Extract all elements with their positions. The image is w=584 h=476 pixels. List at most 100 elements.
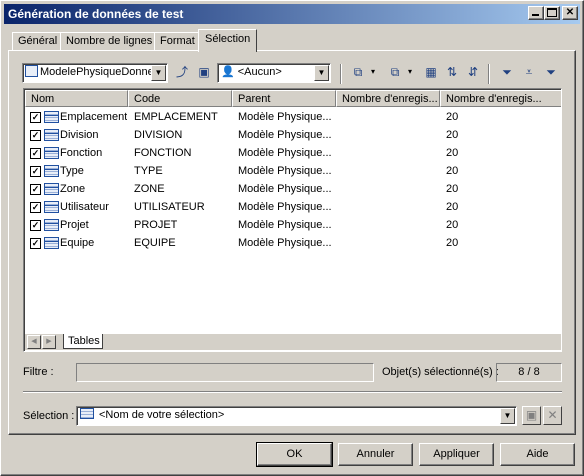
column-label: Code — [134, 93, 161, 105]
sheet-tab-tables[interactable]: Tables — [63, 334, 103, 349]
chevron-down-icon[interactable]: ▼ — [500, 408, 515, 424]
cell-code: ZONE — [134, 183, 165, 195]
cell-parent: Modèle Physique... — [238, 111, 332, 123]
help-label: Aide — [526, 448, 549, 460]
properties-icon[interactable]: ▣ — [195, 63, 213, 81]
chevron-down-icon[interactable]: ▼ — [314, 65, 329, 81]
window-title: Génération de données de test — [8, 7, 184, 21]
tab-label: Format — [160, 35, 195, 47]
title-bar[interactable]: Génération de données de test ✕ — [4, 4, 580, 24]
cell-count2: 20 — [446, 219, 459, 231]
column-label: Parent — [238, 93, 271, 105]
cell-count2: 20 — [446, 165, 459, 177]
tab-format[interactable]: Format — [154, 32, 201, 50]
tab-label: Général — [18, 35, 58, 47]
column-label: Nom — [31, 93, 55, 105]
close-button[interactable]: ✕ — [562, 6, 578, 20]
toolbar-separator — [340, 64, 342, 84]
table-icon — [44, 237, 59, 249]
row-checkbox[interactable]: ✓ — [30, 238, 41, 249]
table-row[interactable]: ✓ Type TYPE Modèle Physique... 20 — [25, 162, 561, 180]
table-row[interactable]: ✓ Fonction FONCTION Modèle Physique... 20 — [25, 144, 561, 162]
scroll-right-icon[interactable]: ▶ — [42, 335, 56, 349]
window-controls: ✕ — [528, 6, 578, 20]
cell-code: TYPE — [134, 165, 163, 177]
column-header-record-count-2[interactable]: Nombre d'enregis... — [440, 90, 561, 107]
row-checkbox[interactable]: ✓ — [30, 184, 41, 195]
column-header-record-count[interactable]: Nombre d'enregis... — [336, 90, 440, 107]
tab-selection[interactable]: Sélection — [198, 29, 258, 52]
separator — [23, 391, 562, 393]
model-combo-value: ModelePhysiqueDonnee — [40, 66, 160, 78]
delete-icon: ✕ — [547, 408, 558, 422]
minimize-button[interactable] — [528, 6, 544, 20]
save-selection-button[interactable]: ▣ — [522, 406, 541, 425]
help-button[interactable]: Aide — [500, 443, 575, 466]
ok-label: OK — [286, 448, 303, 460]
table-icon — [44, 219, 59, 231]
cell-name: Equipe — [60, 237, 95, 249]
row-checkbox[interactable]: ✓ — [30, 112, 41, 123]
selected-count-field: 8 / 8 — [496, 363, 562, 382]
table-row[interactable]: ✓ Equipe EQUIPE Modèle Physique... 20 — [25, 234, 561, 252]
table-row[interactable]: ✓ Zone ZONE Modèle Physique... 20 — [25, 180, 561, 198]
apply-button[interactable]: Appliquer — [419, 443, 494, 466]
cancel-button[interactable]: Annuler — [338, 443, 413, 466]
selected-count-label: Objet(s) sélectionné(s) : — [382, 366, 499, 378]
object-list[interactable]: Nom Code Parent Nombre d'enregis... Nomb… — [23, 88, 562, 352]
cancel-label: Annuler — [356, 448, 395, 460]
cell-parent: Modèle Physique... — [238, 165, 332, 177]
chevron-down-icon[interactable]: ▼ — [151, 65, 166, 81]
table-icon — [44, 201, 59, 213]
row-checkbox[interactable]: ✓ — [30, 202, 41, 213]
selection-value: <Nom de votre sélection> — [99, 409, 225, 421]
row-checkbox[interactable]: ✓ — [30, 166, 41, 177]
row-checkbox[interactable]: ✓ — [30, 220, 41, 231]
cell-code: EQUIPE — [134, 237, 176, 249]
cell-count2: 20 — [446, 129, 459, 141]
table-row[interactable]: ✓ Utilisateur UTILISATEUR Modèle Physique..… — [25, 198, 561, 216]
move-down-icon[interactable]: ⇵ — [464, 63, 482, 81]
column-header-code[interactable]: Code — [128, 90, 232, 107]
cell-parent: Modèle Physique... — [238, 219, 332, 231]
cell-name: Projet — [60, 219, 89, 231]
sheet-tab-bar: ◀ ▶ Tables — [25, 334, 561, 350]
folder-up-icon[interactable]: ⤴ — [173, 63, 191, 81]
ok-button[interactable]: OK — [256, 442, 333, 467]
maximize-button[interactable] — [544, 6, 560, 20]
filter-icon[interactable]: ⏷ — [498, 63, 516, 81]
delete-selection-button[interactable]: ✕ — [543, 406, 562, 425]
cell-name: Zone — [60, 183, 86, 195]
cell-count2: 20 — [446, 183, 459, 195]
table-row[interactable]: ✓ Division DIVISION Modèle Physique... 20 — [25, 126, 561, 144]
user-icon: 👤 — [221, 66, 235, 78]
apply-label: Appliquer — [433, 448, 480, 460]
table-row[interactable]: ✓ Emplacement EMPLACEMENT Modèle Physique..… — [25, 108, 561, 126]
select-all-icon[interactable]: ⧉ — [349, 63, 375, 81]
cell-parent: Modèle Physique... — [238, 147, 332, 159]
include-subpackages-icon[interactable]: ▦ — [422, 63, 440, 81]
selection-combo[interactable]: <Nom de votre sélection> ▼ — [76, 406, 517, 426]
tab-label: Nombre de lignes — [66, 35, 153, 47]
table-icon — [44, 183, 59, 195]
move-up-icon[interactable]: ⇅ — [443, 63, 461, 81]
scroll-left-icon[interactable]: ◀ — [27, 335, 41, 349]
table-icon — [44, 129, 59, 141]
cell-code: DIVISION — [134, 129, 183, 141]
cell-parent: Modèle Physique... — [238, 183, 332, 195]
filter-clear-icon[interactable]: ⏷ — [542, 63, 560, 81]
model-combo[interactable]: ModelePhysiqueDonnee ▼ — [22, 63, 168, 83]
tab-row-count[interactable]: Nombre de lignes — [60, 32, 159, 50]
table-row[interactable]: ✓ Projet PROJET Modèle Physique... 20 — [25, 216, 561, 234]
tab-general[interactable]: Général — [12, 32, 64, 50]
cell-parent: Modèle Physique... — [238, 237, 332, 249]
owner-filter-combo[interactable]: 👤 <Aucun> ▼ — [217, 63, 331, 83]
row-checkbox[interactable]: ✓ — [30, 130, 41, 141]
sheet-tab-label: Tables — [68, 335, 100, 347]
row-checkbox[interactable]: ✓ — [30, 148, 41, 159]
filter-check-icon[interactable]: ⩡ — [520, 63, 538, 81]
column-header-parent[interactable]: Parent — [232, 90, 336, 107]
deselect-all-icon[interactable]: ⧉ — [386, 63, 412, 81]
column-header-name[interactable]: Nom — [25, 90, 128, 107]
column-label: Nombre d'enregis... — [342, 93, 438, 105]
